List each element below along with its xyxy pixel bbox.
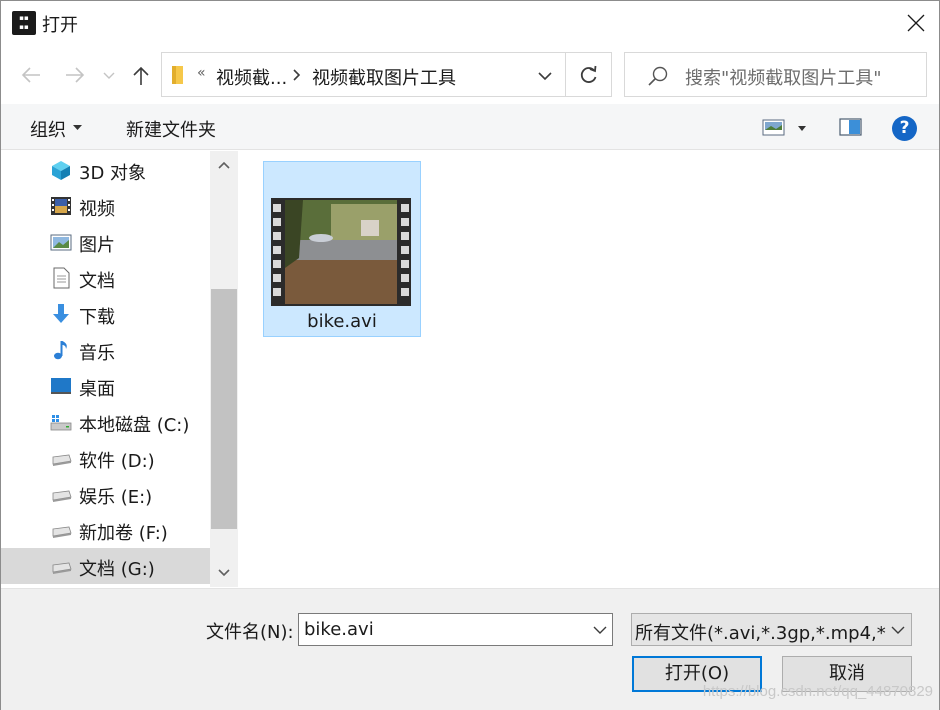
title-bar: ▪▪ ▪▪ 打开 <box>1 1 939 45</box>
file-list[interactable]: bike.avi <box>239 151 939 587</box>
filename-value[interactable]: bike.avi <box>304 619 374 640</box>
nav-item-label: 新加卷 (F:) <box>79 523 168 544</box>
forward-arrow-icon <box>66 67 85 83</box>
nav-item-3d-objects[interactable]: 3D 对象 <box>1 152 210 188</box>
address-bar[interactable]: « 视频截... 视频截取图片工具 <box>161 52 612 97</box>
search-icon <box>648 66 668 86</box>
drive-icon <box>52 526 72 538</box>
navigation-pane: 3D 对象 视频 图片 文档 下载 音乐 桌面 本地磁盘 (C:) 软件 (D:… <box>1 151 239 587</box>
nav-item-pictures[interactable]: 图片 <box>1 224 210 260</box>
chevron-down-icon <box>538 72 552 81</box>
open-file-dialog: ▪▪ ▪▪ 打开 « 视频截... 视频截取图片工具 搜索"视频截取图片工具" … <box>0 0 940 710</box>
chevron-down-icon <box>891 626 905 634</box>
music-icon <box>54 341 67 360</box>
refresh-icon <box>580 65 597 83</box>
help-button[interactable]: ? <box>892 116 917 141</box>
nav-item-music[interactable]: 音乐 <box>1 332 210 368</box>
videos-icon <box>51 197 71 215</box>
nav-item-label: 3D 对象 <box>79 163 147 184</box>
folder-icon <box>172 66 183 84</box>
desktop-icon <box>51 378 71 394</box>
filetype-value[interactable]: 所有文件(*.avi,*.3gp,*.mp4,*.rmvb) <box>635 619 887 645</box>
search-box[interactable]: 搜索"视频截取图片工具" <box>624 52 927 97</box>
dialog-title: 打开 <box>42 15 78 36</box>
drive-icon <box>52 562 72 574</box>
address-history-dropdown[interactable] <box>530 61 560 89</box>
drive-icon <box>52 454 72 466</box>
nav-item-downloads[interactable]: 下载 <box>1 296 210 332</box>
app-logo-icon: ▪▪ ▪▪ <box>12 11 36 35</box>
close-button[interactable] <box>893 1 939 45</box>
nav-item-label: 娱乐 (E:) <box>79 487 153 508</box>
view-icon <box>762 119 806 136</box>
scroll-down-icon[interactable] <box>218 569 230 577</box>
change-view-button[interactable] <box>761 117 811 139</box>
pictures-icon <box>50 234 72 251</box>
dialog-footer: 文件名(N): bike.avi 所有文件(*.avi,*.3gp,*.mp4,… <box>1 588 939 710</box>
filename-label: 文件名(N): <box>206 622 294 643</box>
address-segment-current[interactable]: 视频截取图片工具 <box>312 64 456 90</box>
forward-button[interactable] <box>61 61 89 89</box>
scroll-up-icon[interactable] <box>218 161 230 169</box>
nav-item-drive-d[interactable]: 软件 (D:) <box>1 440 210 476</box>
back-button[interactable] <box>17 61 45 89</box>
caret-down-icon[interactable] <box>73 125 82 131</box>
back-arrow-icon <box>21 67 40 83</box>
nav-scrollbar[interactable] <box>210 151 238 587</box>
nav-item-label: 桌面 <box>79 379 115 400</box>
recent-locations-button[interactable] <box>99 61 119 89</box>
nav-item-label: 本地磁盘 (C:) <box>79 415 190 436</box>
nav-item-drive-f[interactable]: 新加卷 (F:) <box>1 512 210 548</box>
chevron-down-icon <box>103 72 115 79</box>
nav-item-drive-g[interactable]: 文档 (G:) <box>1 548 210 584</box>
nav-item-label: 下载 <box>79 307 115 328</box>
drive-icon <box>52 490 72 502</box>
3d-objects-icon <box>52 161 70 180</box>
nav-item-label: 音乐 <box>79 343 115 364</box>
preview-pane-button[interactable] <box>839 117 863 139</box>
nav-item-drive-e[interactable]: 娱乐 (E:) <box>1 476 210 512</box>
organize-menu[interactable]: 组织 <box>30 116 66 142</box>
preview-pane-icon <box>839 118 862 136</box>
file-item[interactable]: bike.avi <box>263 161 421 337</box>
documents-icon <box>53 267 70 289</box>
nav-item-desktop[interactable]: 桌面 <box>1 368 210 404</box>
nav-item-label: 软件 (D:) <box>79 451 155 472</box>
close-icon <box>907 14 925 32</box>
file-name: bike.avi <box>307 311 377 332</box>
nav-item-drive-c[interactable]: 本地磁盘 (C:) <box>1 404 210 440</box>
scrollbar-thumb[interactable] <box>211 289 237 529</box>
nav-item-label: 文档 <box>79 271 115 292</box>
address-segment-parent[interactable]: 视频截... <box>216 64 287 90</box>
address-overflow[interactable]: « <box>197 65 206 81</box>
nav-item-label: 视频 <box>79 199 115 220</box>
nav-item-label: 文档 (G:) <box>79 559 155 580</box>
system-drive-icon <box>50 415 72 431</box>
watermark: https://blog.csdn.net/qq_44870829 <box>702 683 933 700</box>
chevron-down-icon[interactable] <box>593 625 607 635</box>
nav-item-documents[interactable]: 文档 <box>1 260 210 296</box>
nav-item-videos[interactable]: 视频 <box>1 188 210 224</box>
refresh-button[interactable] <box>566 53 612 96</box>
filetype-select[interactable]: 所有文件(*.avi,*.3gp,*.mp4,*.rmvb) <box>631 613 912 646</box>
nav-item-label: 图片 <box>79 235 115 256</box>
search-placeholder[interactable]: 搜索"视频截取图片工具" <box>685 64 882 90</box>
up-arrow-icon <box>133 66 149 85</box>
command-bar: 组织 新建文件夹 ? <box>1 104 939 150</box>
downloads-icon <box>53 304 69 323</box>
filename-field[interactable]: bike.avi <box>298 613 613 646</box>
chevron-right-icon[interactable] <box>292 68 302 82</box>
up-button[interactable] <box>127 61 155 89</box>
video-thumbnail <box>271 198 411 306</box>
new-folder-button[interactable]: 新建文件夹 <box>126 116 216 142</box>
